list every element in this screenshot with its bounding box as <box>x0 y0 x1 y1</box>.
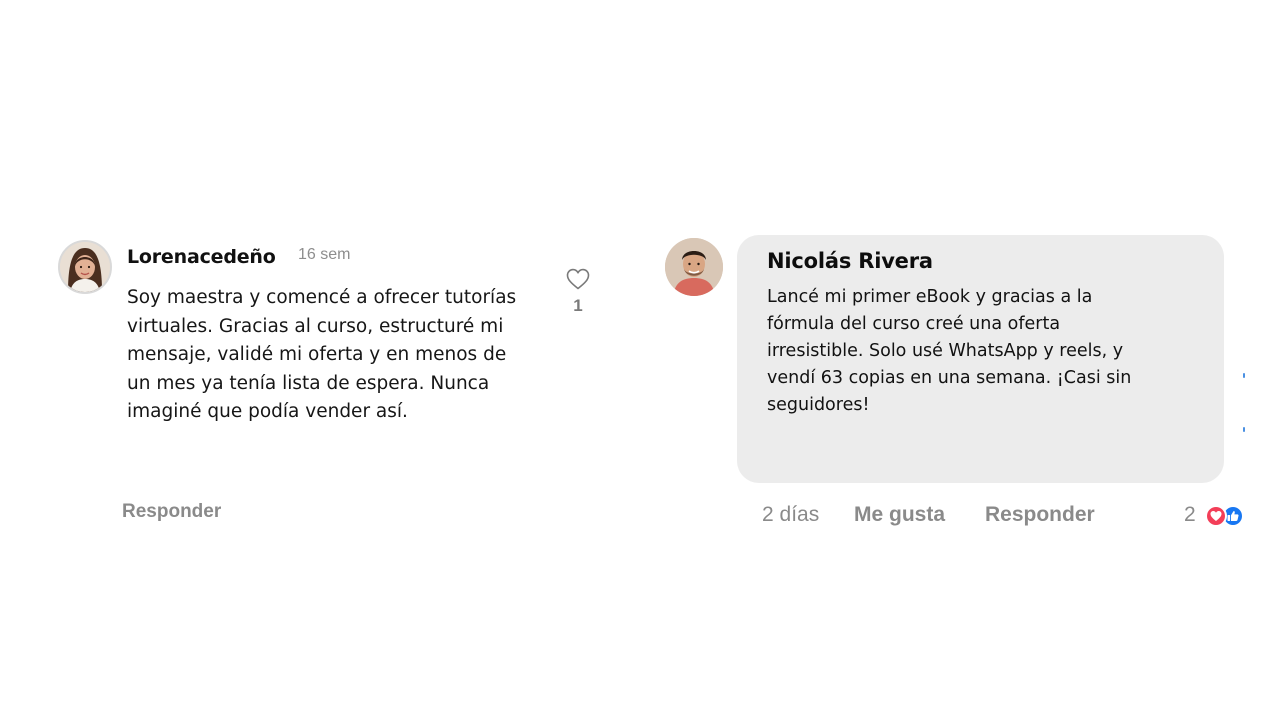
lorena-comment-text: Soy maestra y comencé a ofrecer tutorías… <box>127 287 517 422</box>
woman-portrait-icon <box>60 242 110 292</box>
lorena-reply-button[interactable]: Responder <box>122 501 221 523</box>
lorena-username[interactable]: Lorenacedeño <box>127 246 276 268</box>
reaction-count[interactable]: 2 <box>1184 503 1196 527</box>
lorena-like-count: 1 <box>573 296 583 315</box>
man-portrait-icon <box>665 238 723 296</box>
lorena-timestamp: 16 sem <box>298 246 351 263</box>
love-reaction-icon <box>1205 505 1227 527</box>
heart-outline-icon[interactable] <box>565 267 591 291</box>
nicolas-name[interactable]: Nicolás Rivera <box>767 249 933 273</box>
like-button[interactable]: Me gusta <box>854 503 945 527</box>
edge-artifact <box>1243 427 1245 432</box>
edge-artifact <box>1243 373 1245 378</box>
reactions-summary[interactable] <box>1205 504 1247 528</box>
nicolas-timestamp[interactable]: 2 días <box>762 503 819 527</box>
nicolas-comment-text: Lancé mi primer eBook y gracias a la fór… <box>767 287 1132 415</box>
nicolas-reply-button[interactable]: Responder <box>985 503 1095 527</box>
lorena-avatar[interactable] <box>58 240 112 294</box>
nicolas-avatar[interactable] <box>665 238 723 296</box>
